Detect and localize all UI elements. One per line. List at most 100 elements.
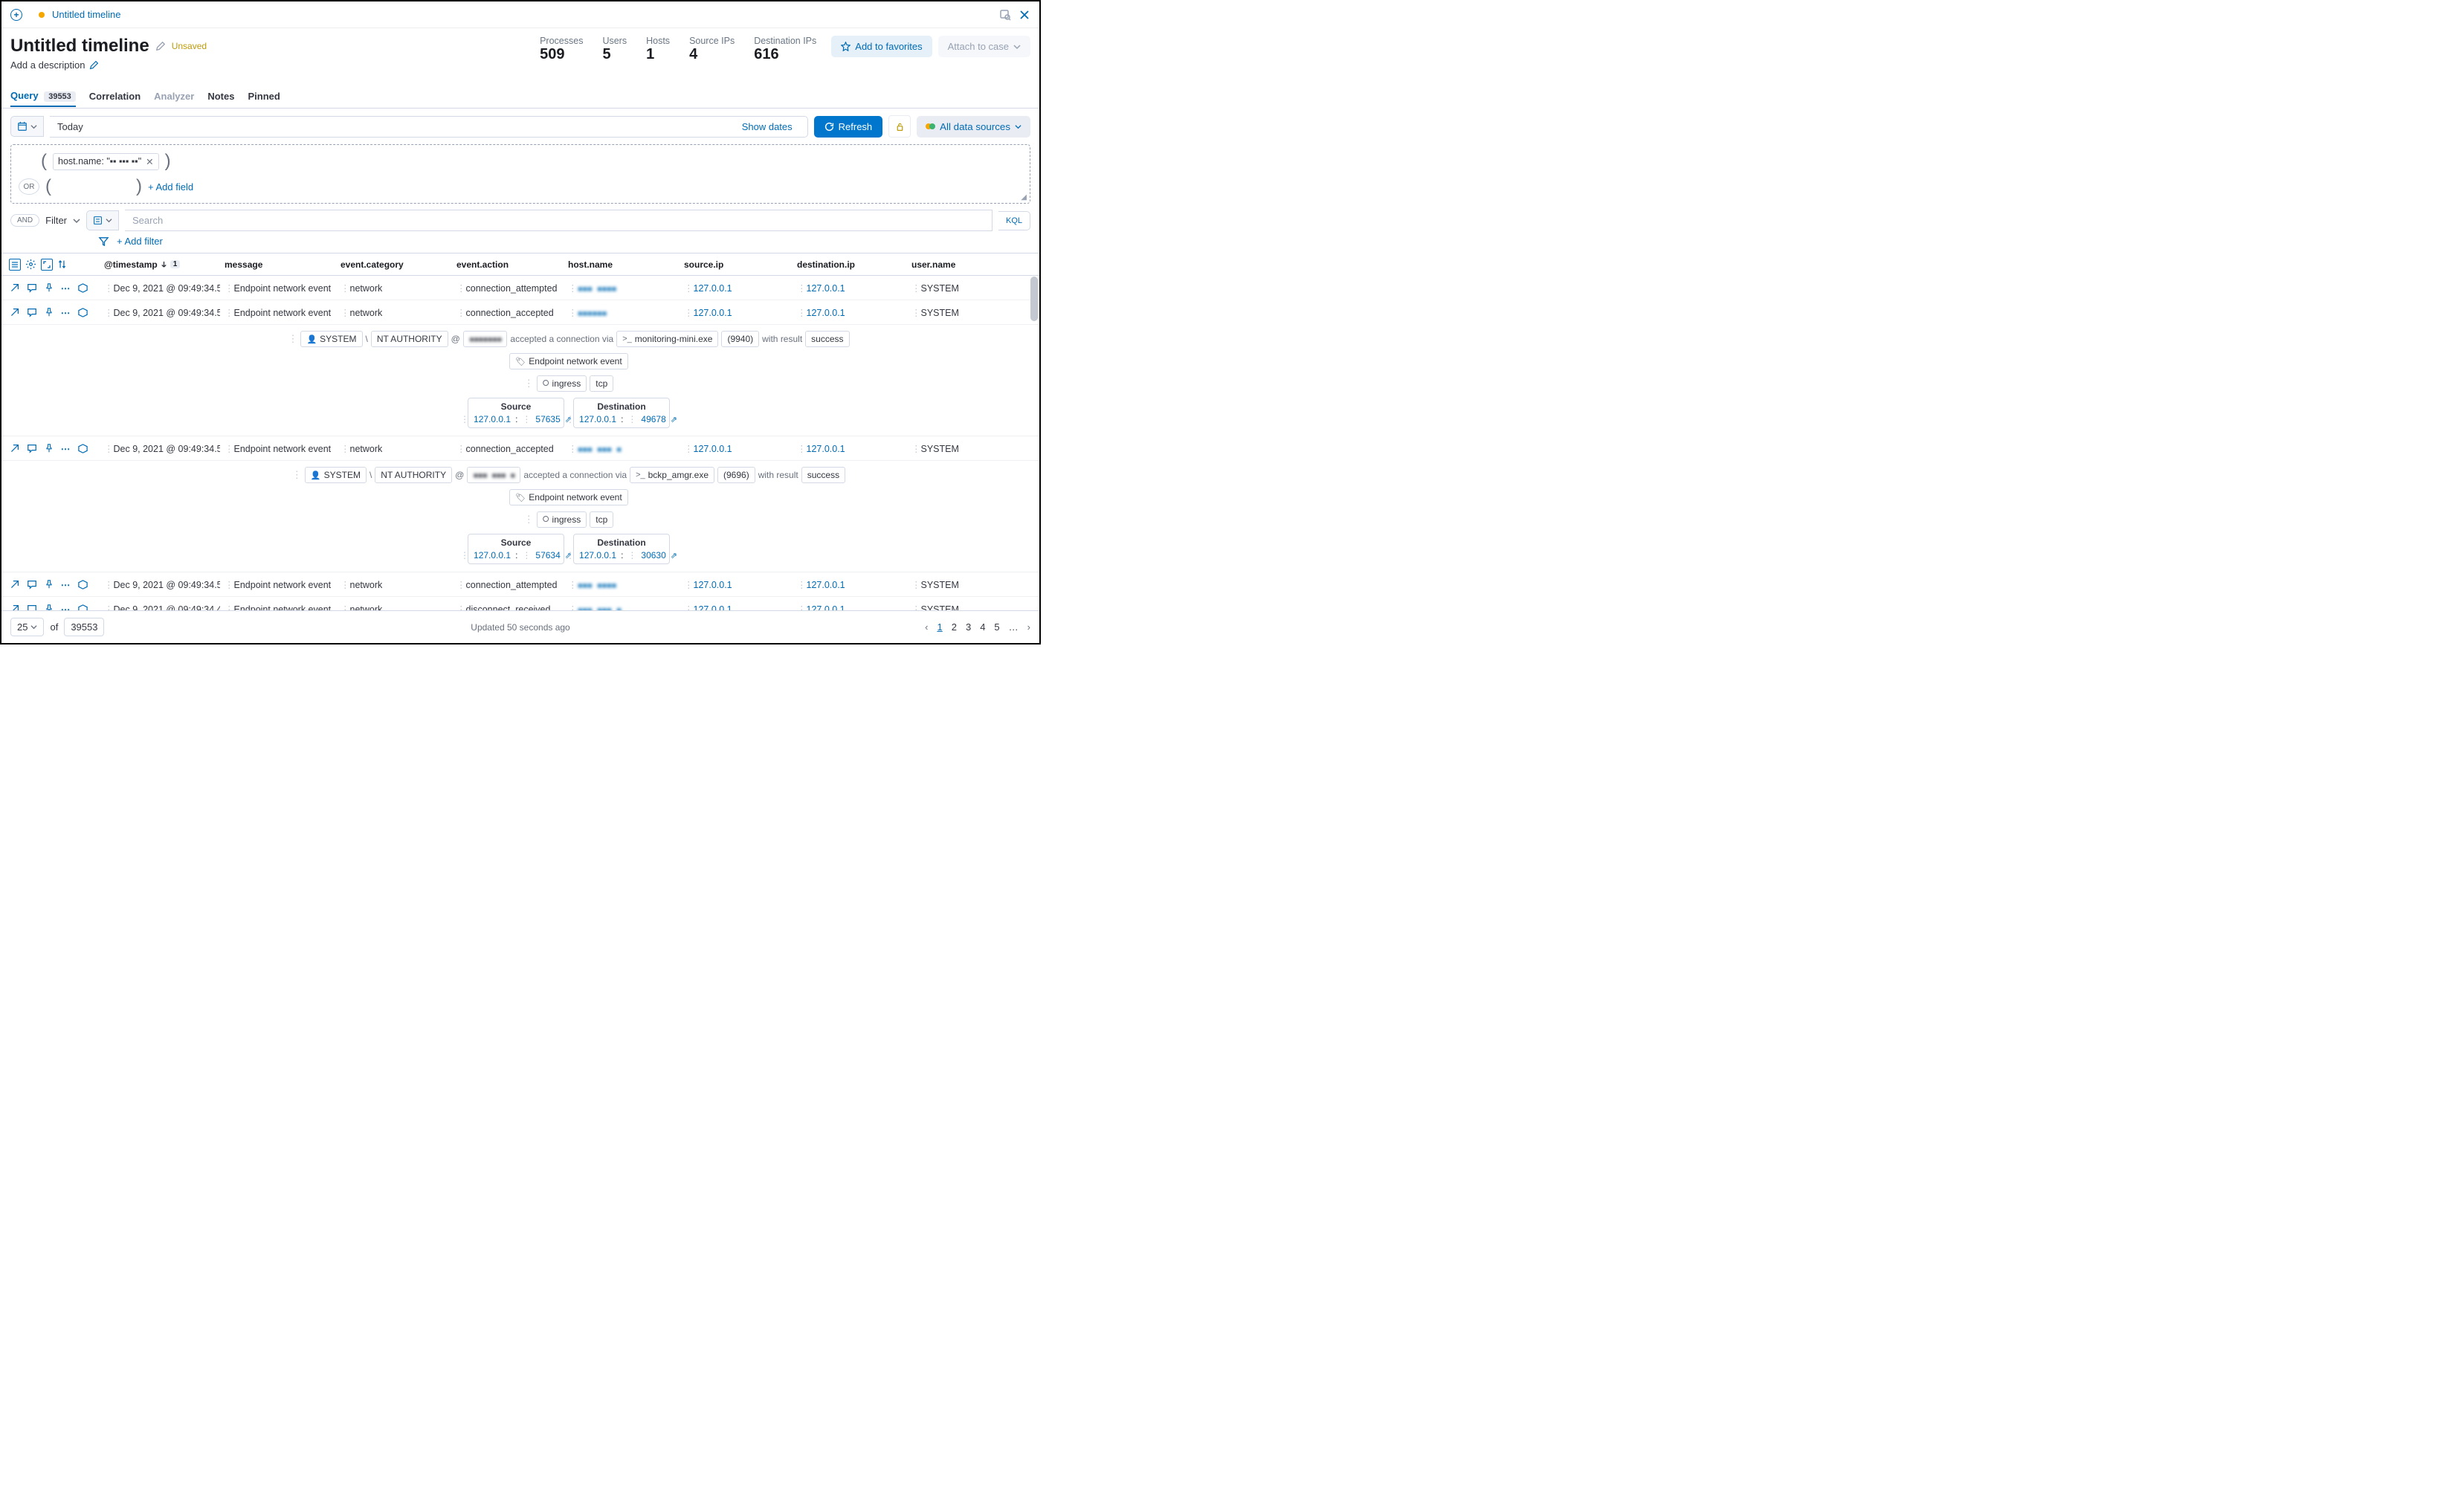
filter-pill-hostname[interactable]: host.name: "▪▪ ▪▪▪ ▪▪" ✕: [53, 153, 159, 170]
table-row: ⋯ ⋮Dec 9, 2021 @ 09:49:34.589 ⋮Endpoint …: [1, 276, 1039, 300]
resize-handle-icon[interactable]: ◢: [1021, 193, 1027, 201]
chip-direction[interactable]: ⭘ingress: [537, 375, 587, 392]
notes-icon[interactable]: [26, 579, 37, 590]
filter-drop-area[interactable]: ( host.name: "▪▪ ▪▪▪ ▪▪" ✕ ) OR ( ) + Ad…: [10, 144, 1030, 204]
col-action[interactable]: event.action: [452, 259, 564, 270]
page-3[interactable]: 3: [966, 621, 971, 633]
tab-notes[interactable]: Notes: [207, 86, 234, 106]
row-details: ⋮ 👤SYSTEM \ NT AUTHORITY @ ▪▪▪▪▪▪▪ accep…: [1, 325, 1039, 436]
col-timestamp[interactable]: @timestamp 1: [100, 259, 220, 270]
new-timeline-icon[interactable]: +: [10, 9, 22, 21]
more-icon[interactable]: ⋯: [60, 282, 71, 294]
page-1[interactable]: 1: [937, 621, 942, 633]
more-icon[interactable]: ⋯: [60, 443, 71, 454]
chip-domain[interactable]: NT AUTHORITY: [371, 331, 448, 347]
expand-icon[interactable]: [9, 282, 20, 294]
chip-host[interactable]: ▪▪▪ ▪▪▪ ▪: [467, 467, 520, 483]
chip-protocol[interactable]: tcp: [590, 375, 613, 392]
page-4[interactable]: 4: [980, 621, 985, 633]
pin-icon[interactable]: [43, 282, 54, 294]
refresh-button[interactable]: Refresh: [814, 116, 883, 138]
timeline-name[interactable]: Untitled timeline: [52, 9, 121, 20]
chip-host[interactable]: ▪▪▪▪▪▪▪: [463, 331, 508, 347]
chip-protocol[interactable]: tcp: [590, 511, 613, 528]
lock-icon[interactable]: [888, 115, 911, 138]
col-user[interactable]: user.name: [907, 259, 996, 270]
analyzer-icon[interactable]: [77, 282, 88, 294]
page-more[interactable]: …: [1009, 621, 1019, 633]
total-count: 39553: [64, 618, 104, 636]
sort-icon[interactable]: [57, 259, 67, 269]
chip-endpoint-event[interactable]: 🏷Endpoint network event: [509, 489, 627, 505]
chip-pid[interactable]: (9940): [721, 331, 759, 347]
scrollbar[interactable]: [1030, 277, 1038, 321]
remove-filter-icon[interactable]: ✕: [146, 156, 153, 167]
source-box: Source ⋮127.0.0.1:⋮57635⇗: [468, 398, 564, 428]
col-category[interactable]: event.category: [336, 259, 452, 270]
edit-title-icon[interactable]: [155, 41, 166, 51]
chip-user[interactable]: 👤SYSTEM: [305, 467, 367, 483]
col-host[interactable]: host.name: [564, 259, 680, 270]
settings-icon[interactable]: [25, 259, 36, 270]
expand-icon[interactable]: [9, 579, 20, 590]
add-to-favorites-button[interactable]: Add to favorites: [831, 36, 932, 57]
search-input[interactable]: Search: [125, 210, 993, 231]
pin-icon[interactable]: [43, 307, 54, 318]
col-source-ip[interactable]: source.ip: [680, 259, 793, 270]
inspect-icon[interactable]: [999, 9, 1011, 21]
attach-to-case-button[interactable]: Attach to case: [938, 36, 1030, 57]
page-2[interactable]: 2: [952, 621, 957, 633]
page-5[interactable]: 5: [994, 621, 999, 633]
filter-options-icon[interactable]: [98, 236, 109, 247]
add-filter-link[interactable]: + Add filter: [117, 236, 163, 247]
chip-result[interactable]: success: [805, 331, 849, 347]
kql-badge[interactable]: KQL: [998, 211, 1030, 230]
expand-icon[interactable]: [9, 307, 20, 318]
external-link-icon[interactable]: ⇗: [671, 415, 677, 424]
fullscreen-icon[interactable]: [41, 259, 53, 271]
col-dest-ip[interactable]: destination.ip: [793, 259, 907, 270]
chip-result[interactable]: success: [801, 467, 845, 483]
query-language-toggle[interactable]: [86, 210, 119, 230]
analyzer-icon[interactable]: [77, 307, 88, 318]
notes-icon[interactable]: [26, 443, 37, 454]
next-page-icon[interactable]: ›: [1027, 621, 1030, 633]
col-message[interactable]: message: [220, 259, 336, 270]
prev-page-icon[interactable]: ‹: [925, 621, 928, 633]
chip-pid[interactable]: (9696): [717, 467, 755, 483]
tab-query[interactable]: Query 39553: [10, 85, 76, 107]
chip-process[interactable]: >_bckp_amgr.exe: [630, 467, 714, 483]
show-dates-link[interactable]: Show dates: [742, 121, 800, 132]
chip-user[interactable]: 👤SYSTEM: [300, 331, 362, 347]
description-prompt[interactable]: Add a description: [10, 59, 85, 71]
date-range-display[interactable]: Today Show dates: [50, 116, 808, 138]
data-sources-button[interactable]: All data sources: [917, 116, 1030, 138]
notes-icon[interactable]: [26, 307, 37, 318]
tab-correlation[interactable]: Correlation: [89, 86, 141, 106]
analyzer-icon[interactable]: [77, 579, 88, 590]
chevron-down-icon[interactable]: [73, 217, 80, 224]
more-icon[interactable]: ⋯: [60, 579, 71, 590]
page-size-select[interactable]: 25: [10, 618, 44, 636]
unsaved-indicator-dot: [39, 12, 45, 18]
fields-icon[interactable]: [9, 259, 21, 271]
analyzer-icon[interactable]: [77, 443, 88, 454]
edit-description-icon[interactable]: [89, 60, 99, 70]
more-icon[interactable]: ⋯: [60, 307, 71, 318]
tab-analyzer[interactable]: Analyzer: [154, 86, 194, 106]
add-field-link[interactable]: + Add field: [148, 181, 193, 193]
expand-icon[interactable]: [9, 443, 20, 454]
close-icon[interactable]: [1019, 9, 1030, 21]
pin-icon[interactable]: [43, 579, 54, 590]
paren-open-2: (: [45, 176, 51, 197]
chip-endpoint-event[interactable]: 🏷Endpoint network event: [509, 353, 627, 369]
date-picker-button[interactable]: [10, 116, 44, 137]
external-link-icon[interactable]: ⇗: [671, 551, 677, 560]
chip-direction[interactable]: ⭘ingress: [537, 511, 587, 528]
pin-icon[interactable]: [43, 443, 54, 454]
chip-process[interactable]: >_monitoring-mini.exe: [616, 331, 718, 347]
notes-icon[interactable]: [26, 282, 37, 294]
or-badge[interactable]: OR: [19, 178, 39, 195]
chip-domain[interactable]: NT AUTHORITY: [375, 467, 452, 483]
tab-pinned[interactable]: Pinned: [248, 86, 280, 106]
